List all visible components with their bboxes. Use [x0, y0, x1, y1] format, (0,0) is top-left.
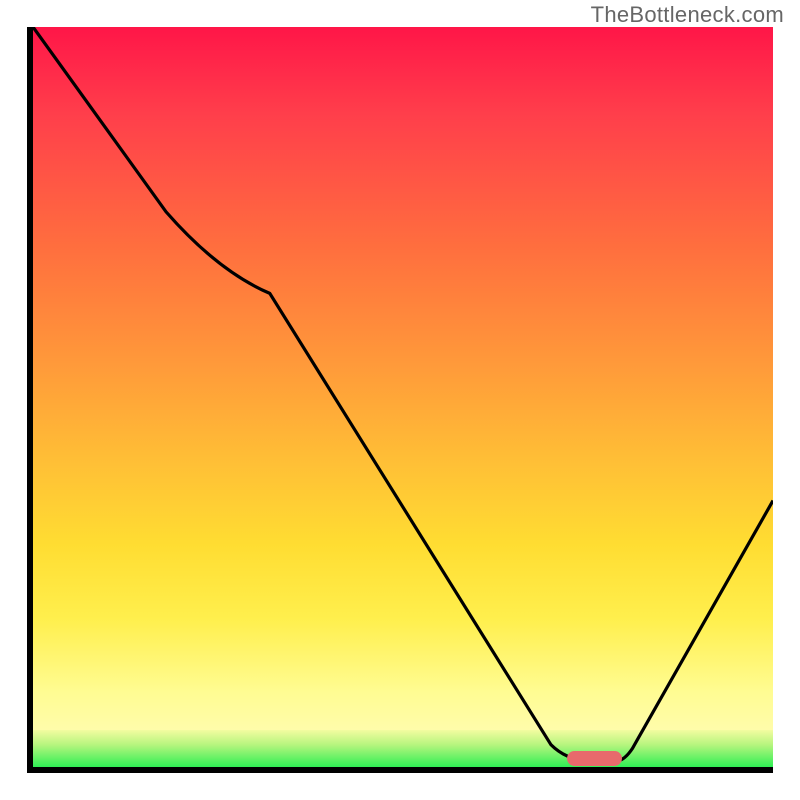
watermark-text: TheBottleneck.com: [591, 2, 784, 28]
optimum-marker: [567, 751, 622, 765]
plot-area: /* override non-scaling-stroke with expl…: [27, 27, 773, 773]
curve-path: [33, 27, 773, 761]
chart-canvas: TheBottleneck.com /* override non-scalin…: [0, 0, 800, 800]
bottleneck-curve: /* override non-scaling-stroke with expl…: [33, 27, 773, 767]
